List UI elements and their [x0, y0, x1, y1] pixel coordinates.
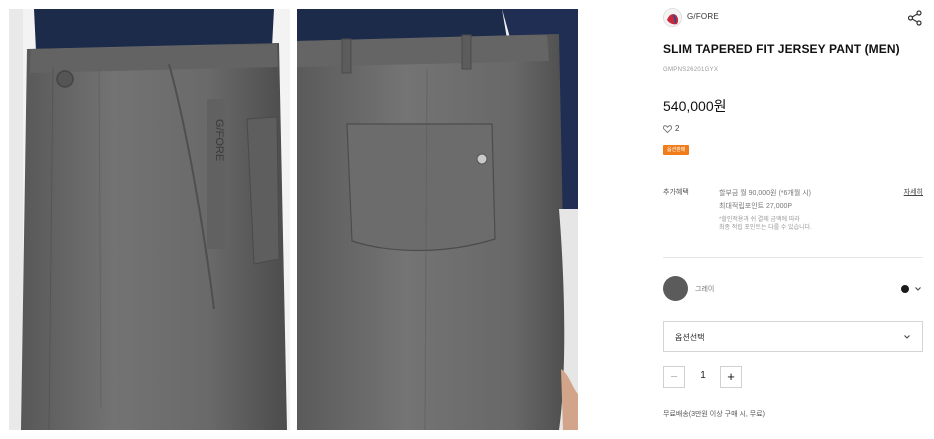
like-count: 2 [675, 124, 680, 133]
option-sale-badge: 옵션판매 [663, 145, 690, 155]
color-swatch[interactable] [663, 276, 688, 301]
points-text: 최대적립포인트 27,000P [719, 203, 793, 210]
product-title: SLIM TAPERED FIT JERSEY PANT (MEN) [663, 42, 900, 56]
quantity-increase-button[interactable]: + [720, 366, 742, 388]
chevron-down-icon[interactable] [913, 284, 923, 294]
divider [663, 257, 923, 258]
product-price: 540,000원 [663, 98, 727, 114]
product-image-front[interactable]: G/FORE [9, 9, 290, 430]
color-selector: 그레이 [663, 276, 925, 302]
chevron-down-icon [904, 335, 910, 339]
brand-logo-icon[interactable] [663, 8, 682, 27]
back-pants-illustration [297, 9, 578, 430]
shipping-info: 무료배송(3만원 이상 구매 시, 무료) [663, 411, 765, 418]
brand-row: G/FORE [663, 8, 925, 28]
installment-text: 할부금 월 90,000원 (*6개월 시) [719, 190, 811, 197]
front-pants-illustration: G/FORE [9, 9, 290, 430]
product-image-back[interactable] [297, 9, 578, 430]
benefit-detail-link[interactable]: 자세히 [904, 187, 923, 197]
product-code: GMPNS26201GYX [663, 67, 719, 73]
quantity-decrease-button[interactable]: − [663, 366, 685, 388]
benefit-note-line1: *할인적용과 쉬 결제 금액에 따라 [719, 217, 800, 223]
share-icon[interactable] [907, 10, 923, 26]
heart-icon [663, 124, 672, 133]
brand-name[interactable]: G/FORE [687, 12, 719, 21]
benefit-label: 추가혜택 [663, 189, 689, 196]
quantity-value: 1 [700, 370, 706, 381]
product-info-panel: G/FORE SLIM TAPERED FIT JERSEY PANT (MEN… [663, 0, 925, 439]
option-select-dropdown[interactable]: 옵션선택 [663, 321, 923, 352]
pant-logo-text: G/FORE [213, 119, 225, 161]
benefit-details: 할부금 월 90,000원 (*6개월 시) 최대적립포인트 27,000P *… [719, 187, 889, 232]
like-button[interactable]: 2 [663, 124, 679, 133]
option-select-label: 옵션선택 [675, 333, 705, 342]
benefit-note-line2: 최종 적립 포인트는 다를 수 있습니다. [719, 225, 812, 231]
quantity-stepper: − 1 + [663, 366, 763, 388]
color-dot[interactable] [901, 285, 909, 293]
color-name: 그레이 [695, 286, 715, 293]
